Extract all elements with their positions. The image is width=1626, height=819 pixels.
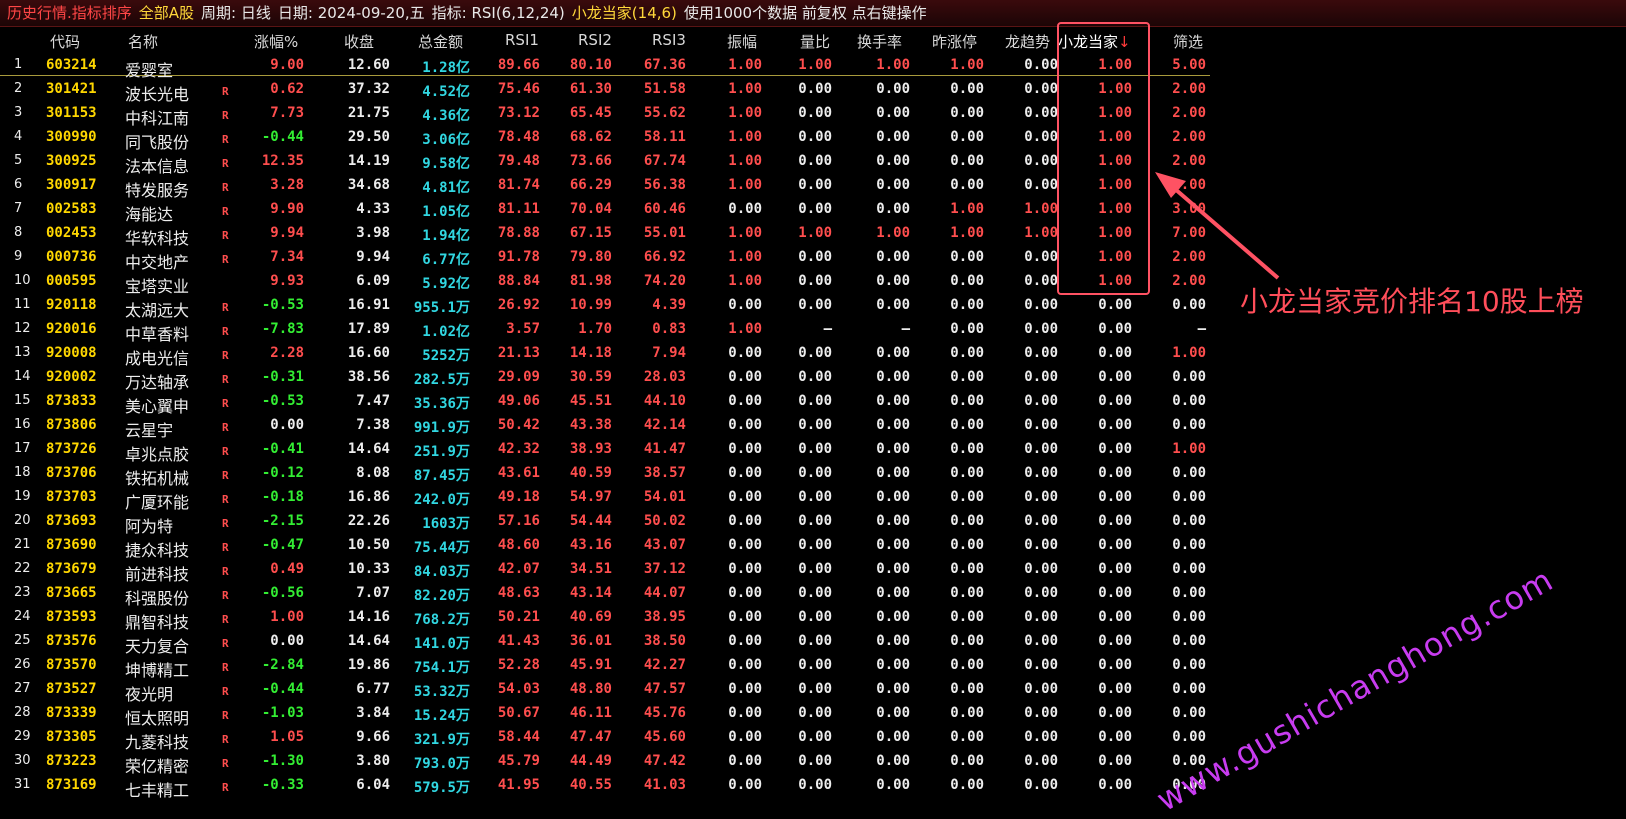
arrow-shaft — [1158, 174, 1280, 280]
annotation-text: 小龙当家竞价排名10股上榜 — [1240, 285, 1584, 318]
